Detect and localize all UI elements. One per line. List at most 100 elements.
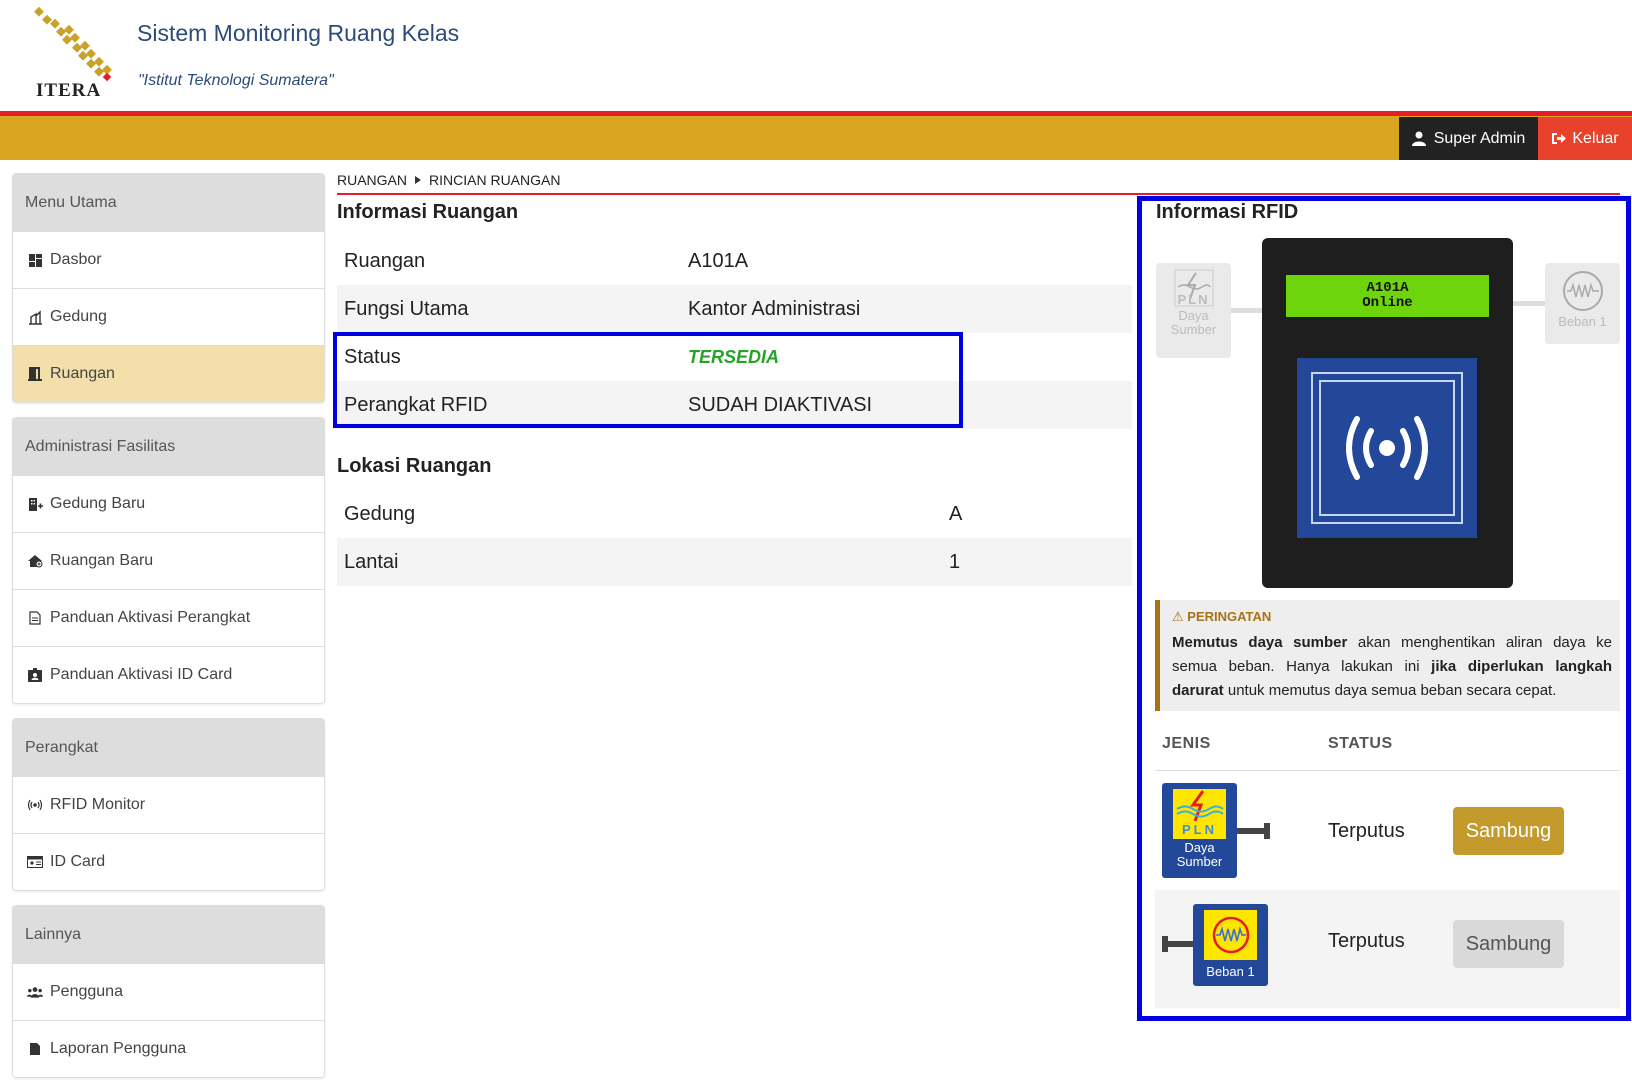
id-badge-icon [27,667,43,683]
sidebar-item-ruangan[interactable]: Ruangan [13,345,324,402]
menu-group-title: Menu Utama [13,174,324,231]
rfid-wave-icon [1346,416,1428,480]
rfid-reader [1297,358,1477,538]
load-status: Terputus [1328,930,1405,952]
sidebar-item-label: Gedung [50,308,107,325]
sidebar: Menu Utama Dasbor Gedung Ruangan Adminis… [12,173,325,1092]
building-add-icon [27,496,43,512]
rfid-device: A101A Online [1262,238,1513,588]
lcd-status: Online [1362,295,1413,311]
sidebar-item-id-card[interactable]: ID Card [13,833,324,890]
menu-group-devices: Perangkat RFID Monitor ID Card [12,718,325,891]
sidebar-item-label: RFID Monitor [50,796,146,813]
rfid-info-title: Informasi RFID [1156,201,1299,223]
document-icon [27,610,43,626]
warning-title-text: PERINGATAN [1187,609,1272,624]
sidebar-item-label: Panduan Aktivasi Perangkat [50,609,251,626]
menu-group-title: Administrasi Fasilitas [13,418,324,475]
sidebar-item-label: Dasbor [50,251,102,268]
sidebar-item-gedung[interactable]: Gedung [13,288,324,345]
logout-icon [1552,133,1567,144]
info-label: Ruangan [344,249,426,272]
breadcrumb-divider [337,193,1620,195]
tile-label: Beban 1 [1206,964,1255,979]
connect-source-button[interactable]: Sambung [1453,807,1564,855]
breadcrumb: RUANGAN RINCIAN RUANGAN [337,172,560,188]
connect-load-button[interactable]: Sambung [1453,920,1564,968]
ghost-source-label: Daya Sumber [1156,309,1231,337]
report-icon [27,1041,43,1057]
sidebar-item-label: Panduan Aktivasi ID Card [50,666,233,683]
tile-label: Daya Sumber [1162,841,1237,869]
location-title: Lokasi Ruangan [337,455,492,477]
menu-group-others: Lainnya Pengguna Laporan Pengguna [12,905,325,1078]
ghost-load-label: Beban 1 [1558,314,1607,329]
sidebar-item-label: Pengguna [50,983,123,1000]
ghost-pln-text: PLN [1177,292,1210,307]
load-resistor-icon [1562,271,1603,311]
info-value: A101A [688,249,749,272]
user-icon [1411,131,1426,146]
lcd-room: A101A [1366,280,1409,296]
ghost-connector [1230,308,1264,313]
info-label: Lantai [344,550,399,573]
sidebar-item-ruangan-baru[interactable]: Ruangan Baru [13,532,324,589]
user-name: Super Admin [1433,129,1526,147]
highlight-status-box [333,332,963,428]
tile-label-1: Daya [1184,840,1215,855]
warning-bold-1: Memutus daya sumber [1172,634,1348,651]
info-value: Kantor Administrasi [688,297,861,320]
ghost-load-tile: Beban 1 [1545,263,1620,344]
ghost-source-label-2: Sumber [1170,322,1217,337]
load-resistor-icon [1212,916,1249,954]
warning-text-2: untuk memutus daya semua beban secara ce… [1223,682,1557,699]
sidebar-item-label: Ruangan Baru [50,552,154,569]
sidebar-item-label: Ruangan [50,365,115,382]
location-row-lantai: Lantai 1 [337,538,1132,586]
sidebar-item-gedung-baru[interactable]: Gedung Baru [13,475,324,532]
sidebar-item-pengguna[interactable]: Pengguna [13,963,324,1020]
sidebar-item-laporan-pengguna[interactable]: Laporan Pengguna [13,1020,324,1077]
tile-pln-text: PLN [1182,822,1217,837]
load-status: Terputus [1328,820,1405,842]
sidebar-item-label: ID Card [50,853,106,870]
logo-text: ITERA [36,80,102,101]
source-connector [1237,828,1267,834]
app-header: ITERA Sistem Monitoring Ruang Kelas "Ist… [0,0,1632,112]
tile-label-2: Sumber [1176,854,1223,869]
device-lcd: A101A Online [1286,275,1489,317]
id-card-icon [27,854,43,870]
load-tile: Beban 1 [1193,904,1268,986]
sidebar-item-panduan-perangkat[interactable]: Panduan Aktivasi Perangkat [13,589,324,646]
user-menu-button[interactable]: Super Admin [1399,117,1538,160]
source-tile: PLN Daya Sumber [1162,783,1237,878]
chevron-right-icon [415,176,422,184]
logout-label: Keluar [1572,129,1619,147]
warning-box: ⚠ PERINGATAN Memutus daya sumber akan me… [1155,600,1620,711]
sidebar-item-rfid-monitor[interactable]: RFID Monitor [13,776,324,833]
breadcrumb-root[interactable]: RUANGAN [337,172,407,188]
warning-body: Memutus daya sumber akan menghentikan al… [1172,631,1612,703]
info-value: A [949,502,963,525]
col-status: STATUS [1328,735,1393,752]
top-bar [0,116,1632,160]
sidebar-item-dasbor[interactable]: Dasbor [13,231,324,288]
logout-button[interactable]: Keluar [1538,117,1632,160]
info-label: Fungsi Utama [344,297,469,320]
users-icon [27,984,43,1000]
breadcrumb-current: RINCIAN RUANGAN [429,172,561,188]
location-row-gedung: Gedung A [337,490,1132,538]
info-label: Gedung [344,502,416,525]
location-table: Gedung A Lantai 1 [337,490,1132,586]
ghost-connector [1512,301,1546,306]
site-title: Sistem Monitoring Ruang Kelas [137,20,460,46]
sidebar-item-label: Gedung Baru [50,495,146,512]
pln-icon [1176,790,1224,822]
info-row-fungsi: Fungsi Utama Kantor Administrasi [337,285,1132,333]
load-row-source: PLN Daya Sumber Terputus Sambung [1155,772,1620,890]
menu-group-main: Menu Utama Dasbor Gedung Ruangan [12,173,325,403]
menu-group-title: Lainnya [13,906,324,963]
sidebar-item-panduan-idcard[interactable]: Panduan Aktivasi ID Card [13,646,324,703]
info-value: 1 [949,550,961,573]
site-subtitle: "Istitut Teknologi Sumatera" [138,72,334,89]
